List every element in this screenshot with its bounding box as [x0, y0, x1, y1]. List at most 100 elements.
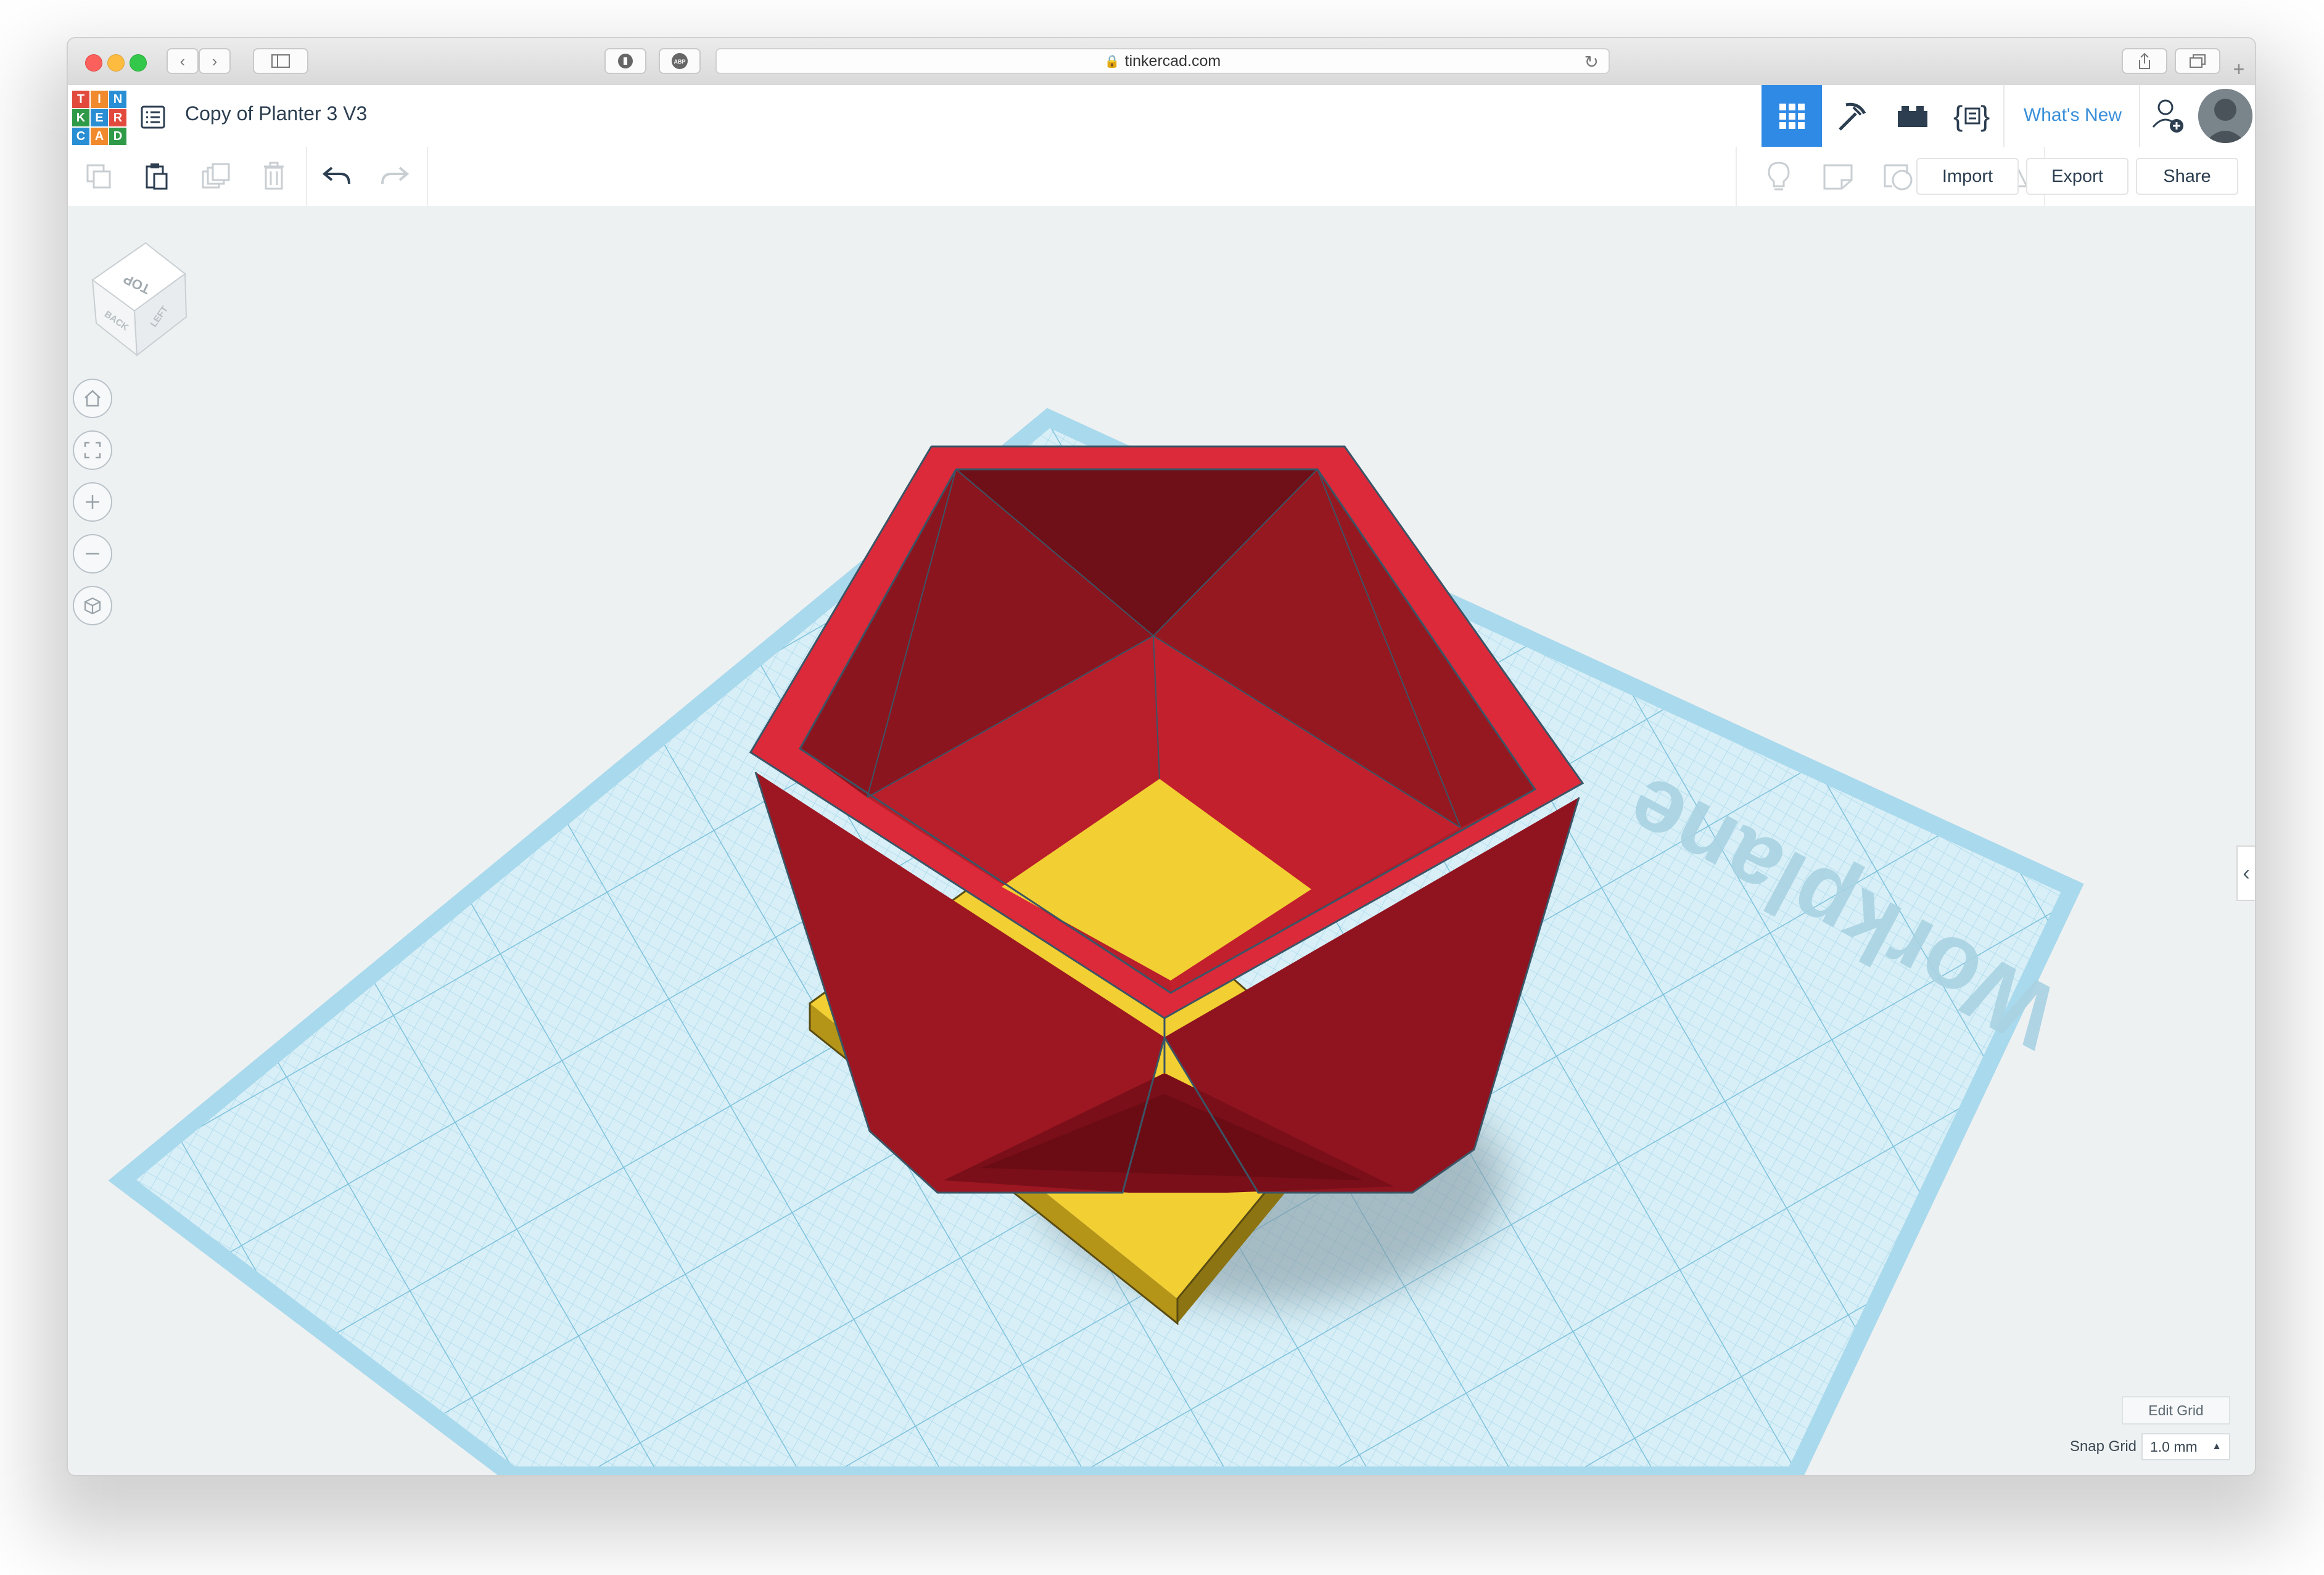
- adblock-extension-button[interactable]: ABP: [659, 48, 701, 74]
- zoom-out-button[interactable]: [73, 534, 112, 574]
- import-button[interactable]: Import: [1916, 158, 2019, 195]
- chevron-up-icon: ▲: [2212, 1441, 2222, 1452]
- logo-letter: T: [72, 90, 90, 109]
- blocks-mode-button[interactable]: [1822, 85, 1882, 147]
- toolbar-divider: [427, 147, 428, 206]
- plus-icon: [86, 495, 99, 509]
- view-cube[interactable]: TOP BACK LEFT: [91, 242, 187, 357]
- 3d-viewport[interactable]: Workplane TOP BACK LEFT ‹ Edit Grid Snap…: [68, 206, 2255, 1475]
- app-header: T I N K E R C A D Copy of Planter 3 V3 {…: [68, 85, 2255, 148]
- lightbulb-icon: [1768, 162, 1790, 191]
- logo-letter: A: [90, 127, 109, 146]
- hole-button[interactable]: [1819, 158, 1856, 195]
- lock-icon: 🔒: [1104, 54, 1120, 68]
- redo-icon: [381, 167, 410, 184]
- logo-letter: R: [109, 109, 127, 127]
- user-avatar[interactable]: [2198, 89, 2252, 143]
- tabs-overview-button[interactable]: [2175, 48, 2220, 74]
- delete-button[interactable]: [255, 158, 292, 195]
- new-tab-button[interactable]: +: [2228, 56, 2250, 83]
- privacy-shield-icon: [618, 54, 633, 68]
- sidebar-icon: [271, 54, 290, 68]
- add-user-icon: [2152, 99, 2183, 133]
- redo-button[interactable]: [376, 158, 413, 195]
- close-window-button[interactable]: [85, 54, 102, 72]
- copy-icon: [86, 164, 111, 189]
- back-button[interactable]: ‹: [167, 48, 199, 74]
- snap-grid-label: Snap Grid: [2069, 1438, 2137, 1455]
- forward-button[interactable]: ›: [199, 48, 231, 74]
- adblock-icon: ABP: [672, 53, 688, 69]
- group-button[interactable]: [1880, 158, 1917, 195]
- share-icon: [2139, 52, 2150, 69]
- minus-icon: [86, 553, 99, 555]
- tabs-icon: [2190, 54, 2206, 68]
- duplicate-icon: [202, 163, 230, 189]
- chevron-left-icon: ‹: [179, 51, 186, 70]
- group-icon: [1884, 164, 1913, 191]
- add-user-button[interactable]: [2138, 85, 2198, 147]
- design-list-icon[interactable]: [141, 105, 165, 130]
- fit-view-button[interactable]: [73, 430, 112, 470]
- show-all-button[interactable]: [1760, 158, 1797, 195]
- brick-icon: [1898, 106, 1927, 127]
- logo-letter: C: [72, 127, 90, 146]
- codeblocks-mode-button[interactable]: { }: [1943, 85, 2003, 147]
- edit-toolbar: Import Export Share: [68, 147, 2255, 207]
- cube-icon: [84, 597, 101, 615]
- header-divider: [2003, 85, 2005, 147]
- trash-icon: [264, 162, 284, 190]
- svg-text:}: }: [1980, 100, 1990, 132]
- svg-text:{: {: [1953, 100, 1963, 132]
- url-text: tinkercad.com: [1124, 52, 1221, 70]
- chevron-left-icon: ‹: [2243, 861, 2250, 885]
- share-button[interactable]: Share: [2136, 158, 2238, 195]
- avatar-silhouette-icon: [2198, 89, 2252, 143]
- browser-titlebar: ‹ › ABP 🔒 tinkercad.com ↻ +: [68, 38, 2255, 86]
- clipboard-icon: [146, 163, 168, 190]
- share-browser-button[interactable]: [2122, 48, 2167, 74]
- logo-letter: K: [72, 109, 90, 127]
- svg-text:ABP: ABP: [674, 59, 685, 65]
- note-shape-icon: [1823, 164, 1853, 190]
- codeblocks-icon: { }: [1953, 100, 1990, 132]
- duplicate-button[interactable]: [197, 158, 234, 195]
- bricks-mode-button[interactable]: [1882, 85, 1943, 147]
- whats-new-link[interactable]: What's New: [2024, 105, 2122, 126]
- browser-window: ‹ › ABP 🔒 tinkercad.com ↻ + T I N K E R …: [68, 38, 2255, 1475]
- red-planter-shape[interactable]: [749, 445, 1584, 1194]
- home-view-button[interactable]: [73, 379, 112, 418]
- logo-letter: D: [109, 127, 127, 146]
- 3d-design-view-button[interactable]: [1762, 85, 1822, 147]
- minimize-window-button[interactable]: [107, 54, 125, 72]
- snap-grid-select[interactable]: 1.0 mm ▲: [2141, 1433, 2230, 1460]
- pickaxe-icon: [1839, 102, 1866, 131]
- copy-button[interactable]: [80, 158, 117, 195]
- maximize-window-button[interactable]: [130, 54, 147, 72]
- toolbar-divider: [1736, 147, 1737, 206]
- 3d-scene[interactable]: Workplane TOP BACK LEFT: [68, 206, 2255, 1475]
- toolbar-divider: [306, 147, 307, 206]
- fit-view-icon: [84, 442, 101, 459]
- logo-letter: I: [90, 90, 109, 109]
- chevron-right-icon: ›: [212, 51, 218, 70]
- perspective-toggle-button[interactable]: [73, 586, 112, 625]
- grid-icon: [1779, 104, 1805, 129]
- zoom-in-button[interactable]: [73, 482, 112, 522]
- privacy-extension-button[interactable]: [604, 48, 646, 74]
- snap-grid-value: 1.0 mm: [2150, 1438, 2198, 1455]
- undo-button[interactable]: [318, 158, 355, 195]
- export-button[interactable]: Export: [2026, 158, 2128, 195]
- home-icon: [84, 390, 101, 407]
- tinkercad-logo[interactable]: T I N K E R C A D: [72, 90, 127, 146]
- address-bar[interactable]: 🔒 tinkercad.com ↻: [715, 48, 1610, 74]
- logo-letter: N: [109, 90, 127, 109]
- paste-button[interactable]: [138, 158, 175, 195]
- document-title[interactable]: Copy of Planter 3 V3: [185, 102, 367, 125]
- edit-grid-button[interactable]: Edit Grid: [2122, 1396, 2230, 1425]
- sidebar-toggle-button[interactable]: [253, 48, 308, 74]
- logo-letter: E: [90, 109, 109, 127]
- collapse-panel-button[interactable]: ‹: [2236, 845, 2255, 901]
- reload-icon[interactable]: ↻: [1584, 52, 1599, 72]
- undo-icon: [322, 167, 350, 184]
